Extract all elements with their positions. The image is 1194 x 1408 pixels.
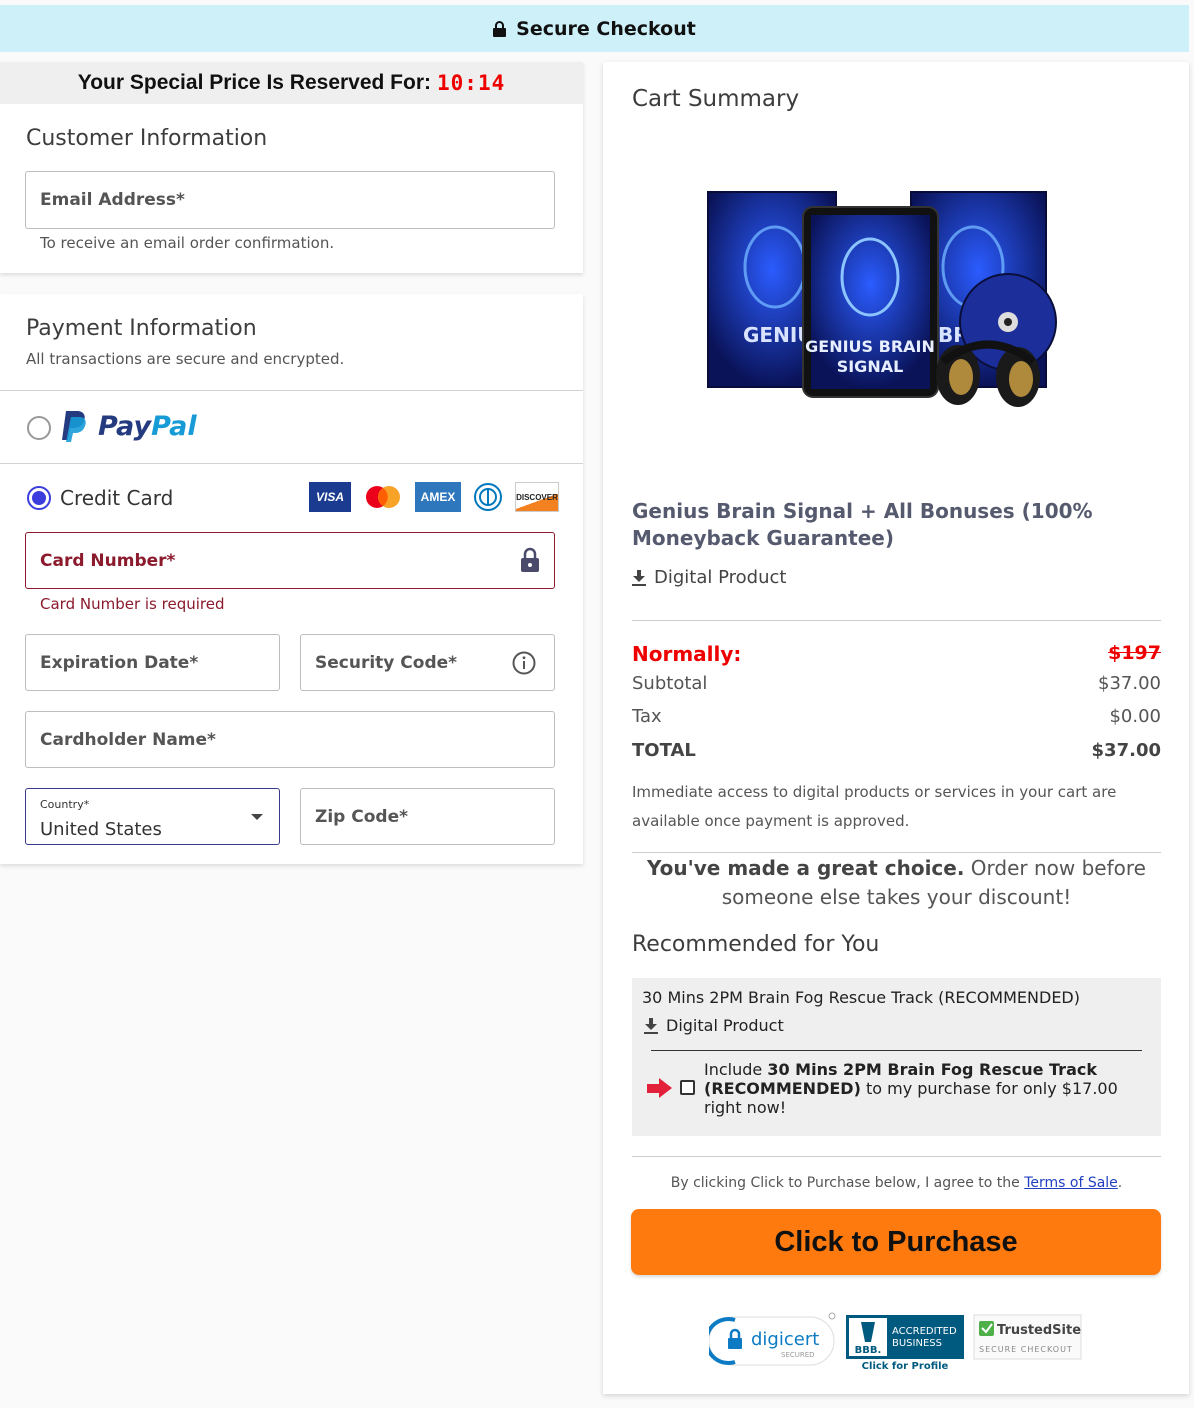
- total-label: TOTAL: [632, 740, 696, 761]
- rec-product-name: 30 Mins 2PM Brain Fog Rescue Track (RECO…: [642, 988, 1080, 1007]
- recommended-offer: 30 Mins 2PM Brain Fog Rescue Track (RECO…: [632, 978, 1161, 1136]
- svg-text:ACCREDITED: ACCREDITED: [892, 1326, 957, 1337]
- cart-summary-title: Cart Summary: [632, 86, 800, 112]
- subtotal-row: Subtotal $37.00: [632, 673, 1161, 694]
- divider: [632, 1156, 1161, 1157]
- discover-icon: DISCOVER: [515, 482, 559, 512]
- expiration-date-field[interactable]: Expiration Date*: [25, 634, 280, 691]
- amex-icon: AMEX: [415, 482, 461, 512]
- upsell-checkbox[interactable]: [680, 1080, 695, 1095]
- product-name: Genius Brain Signal + All Bonuses (100% …: [632, 499, 1093, 550]
- banner-title: Secure Checkout: [516, 17, 696, 40]
- svg-text:TrustedSite: TrustedSite: [997, 1323, 1081, 1338]
- svg-text:digicert: digicert: [751, 1329, 819, 1350]
- payment-section-title: Payment Information: [26, 316, 257, 341]
- arrow-right-icon: [647, 1078, 673, 1098]
- card-brand-icons: VISA AMEX DISCOVER: [309, 482, 559, 512]
- paypal-radio[interactable]: [27, 416, 51, 440]
- diners-icon: [473, 482, 503, 512]
- country-value: United States: [40, 819, 162, 840]
- timer-label: Your Special Price Is Reserved For:: [77, 71, 432, 94]
- trust-badges: digicert SECURED BBB. ACCREDITED BUSINES…: [709, 1312, 1082, 1372]
- svg-text:SECURED: SECURED: [781, 1351, 815, 1359]
- normally-price: $197: [1108, 642, 1161, 664]
- padlock-icon: [521, 547, 539, 572]
- upsell-text[interactable]: Include 30 Mins 2PM Brain Fog Rescue Tra…: [704, 1060, 1144, 1117]
- security-code-label: Security Code*: [315, 652, 458, 673]
- customer-information-card: Your Special Price Is Reserved For: 10:1…: [0, 62, 583, 273]
- normally-label: Normally:: [632, 642, 742, 666]
- divider: [0, 390, 583, 391]
- cardholder-label: Cardholder Name*: [40, 729, 216, 750]
- svg-text:GENIUS BRAIN: GENIUS BRAIN: [805, 337, 935, 356]
- expiration-label: Expiration Date*: [40, 652, 199, 673]
- access-note: Immediate access to digital products or …: [632, 783, 1117, 830]
- timer-countdown: 10:14: [437, 71, 506, 95]
- zip-code-label: Zip Code*: [315, 806, 408, 827]
- normally-row: Normally: $197: [632, 642, 1161, 666]
- recommended-title: Recommended for You: [632, 932, 880, 957]
- country-label: Country*: [40, 798, 90, 811]
- email-field-label: Email Address*: [40, 190, 185, 210]
- zip-code-field[interactable]: Zip Code*: [300, 788, 555, 845]
- svg-text:Click for Profile: Click for Profile: [862, 1361, 949, 1372]
- lock-icon: [493, 20, 507, 37]
- card-number-error: Card Number is required: [40, 595, 225, 613]
- payment-subtitle: All transactions are secure and encrypte…: [26, 350, 345, 368]
- security-code-field[interactable]: Security Code*: [300, 634, 555, 691]
- paypal-wordmark: PayPal: [98, 410, 197, 442]
- svg-text:SIGNAL: SIGNAL: [837, 357, 904, 376]
- credit-card-label[interactable]: Credit Card: [60, 486, 173, 510]
- terms-of-sale-link[interactable]: Terms of Sale: [1024, 1175, 1118, 1191]
- product-type: Digital Product: [632, 567, 786, 588]
- country-select[interactable]: Country* United States: [25, 788, 280, 845]
- email-field[interactable]: Email Address*: [25, 171, 555, 229]
- terms-agreement: By clicking Click to Purchase below, I a…: [670, 1175, 1123, 1191]
- secure-checkout-banner: Secure Checkout: [0, 5, 1189, 52]
- bbb-badge[interactable]: BBB. ACCREDITED BUSINESS Click for Profi…: [846, 1315, 964, 1372]
- paypal-logo-icon: [62, 411, 86, 442]
- tax-value: $0.00: [1109, 706, 1161, 727]
- cardholder-name-field[interactable]: Cardholder Name*: [25, 711, 555, 768]
- rec-product-type: Digital Product: [644, 1016, 784, 1035]
- mastercard-icon: [363, 482, 403, 512]
- card-number-field[interactable]: Card Number*: [25, 532, 555, 589]
- divider: [651, 1050, 1142, 1051]
- chevron-down-icon: [251, 814, 263, 820]
- email-hint: To receive an email order confirmation.: [40, 234, 335, 252]
- download-icon: [632, 569, 646, 586]
- card-number-label: Card Number*: [40, 550, 176, 571]
- download-icon: [644, 1017, 658, 1034]
- click-to-purchase-button[interactable]: Click to Purchase: [631, 1209, 1161, 1275]
- price-reserved-timer: Your Special Price Is Reserved For: 10:1…: [0, 62, 583, 104]
- product-bundle-image: GENIUS BRA GENIUS BRAIN SIGNAL: [707, 191, 1057, 407]
- visa-icon: VISA: [309, 482, 351, 512]
- trustedsite-badge[interactable]: TrustedSite SECURE CHECKOUT: [973, 1314, 1082, 1360]
- divider: [632, 852, 1161, 853]
- info-icon[interactable]: [512, 651, 536, 675]
- svg-text:BBB.: BBB.: [855, 1345, 882, 1356]
- total-value: $37.00: [1091, 740, 1161, 761]
- cart-summary-panel: Cart Summary GENIUS BRA GENIUS BRAIN SIG…: [603, 62, 1189, 1394]
- subtotal-value: $37.00: [1098, 673, 1161, 694]
- customer-section-title: Customer Information: [26, 126, 268, 151]
- digicert-badge[interactable]: digicert SECURED: [709, 1312, 836, 1366]
- credit-card-radio[interactable]: [27, 486, 51, 510]
- paypal-option[interactable]: PayPal: [60, 409, 197, 443]
- total-row: TOTAL $37.00: [632, 740, 1161, 761]
- tax-label: Tax: [632, 706, 662, 727]
- svg-text:SECURE CHECKOUT: SECURE CHECKOUT: [979, 1345, 1073, 1354]
- svg-text:BUSINESS: BUSINESS: [892, 1338, 942, 1349]
- payment-information-card: Payment Information All transactions are…: [0, 294, 583, 864]
- divider: [0, 463, 583, 464]
- divider: [632, 620, 1161, 621]
- great-choice-message: You've made a great choice. Order now be…: [647, 856, 1146, 909]
- subtotal-label: Subtotal: [632, 673, 708, 694]
- tax-row: Tax $0.00: [632, 706, 1161, 727]
